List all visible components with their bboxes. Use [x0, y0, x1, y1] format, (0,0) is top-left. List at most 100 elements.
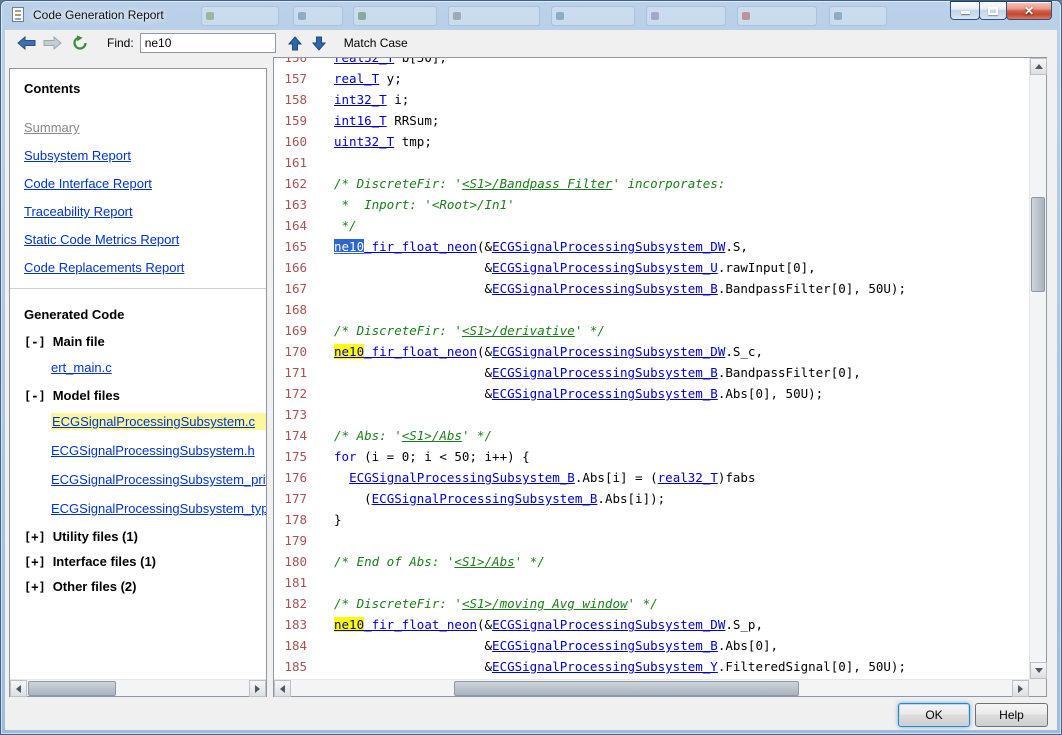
maximize-button[interactable] [979, 1, 1007, 20]
code-text: /* End of Abs: '<S1>/Abs' */ [334, 554, 545, 569]
code-link[interactable]: <S1>/derivative [462, 323, 575, 338]
code-token: .rawInput[0], [718, 260, 816, 275]
line-number: 163 [274, 194, 307, 215]
code-link[interactable]: ne10 [334, 239, 364, 254]
scroll-up-button[interactable] [1030, 58, 1047, 75]
code-link[interactable]: ECGSignalProcessingSubsystem_B [492, 365, 718, 380]
code-comment: * Inport: '<Root>/In1' [334, 197, 515, 212]
code-vscrollbar-thumb[interactable] [1031, 197, 1045, 292]
tree-node[interactable]: [-]Main file [24, 334, 266, 349]
match-case-option[interactable]: Match Case [344, 36, 408, 50]
code-text: &ECGSignalProcessingSubsystem_Y.Filtered… [334, 659, 906, 674]
help-button[interactable]: Help [975, 703, 1048, 727]
sidebar-link-3[interactable]: Traceability Report [24, 204, 266, 219]
minimize-button[interactable] [950, 1, 980, 20]
back-button[interactable] [15, 32, 37, 54]
contents-link-list: Summary Subsystem Report Code Interface Re… [24, 120, 266, 275]
line-number: 174 [274, 425, 307, 446]
code-link[interactable]: ECGSignalProcessingSubsystem_U [492, 260, 718, 275]
code-line: 166 &ECGSignalProcessingSubsystem_U.rawI… [274, 257, 906, 278]
code-token: & [334, 638, 492, 653]
tree-node[interactable]: [+]Other files (2) [24, 579, 266, 594]
tree-child-row: ECGSignalProcessingSubsystem.c [51, 413, 266, 431]
code-hscrollbar-thumb[interactable] [454, 681, 799, 696]
code-link[interactable]: real_T [334, 71, 379, 86]
code-link[interactable]: <S1>/moving Avg window [462, 596, 628, 611]
scroll-down-button[interactable] [1030, 662, 1047, 679]
tree-toggle-icon[interactable]: [+] [24, 555, 46, 569]
minimize-icon [961, 11, 970, 14]
code-link[interactable]: ECGSignalProcessingSubsystem_DW [492, 344, 725, 359]
code-link[interactable]: ECGSignalProcessingSubsystem_B [492, 638, 718, 653]
scroll-right-button[interactable] [249, 680, 266, 697]
code-link[interactable]: real32_T [334, 58, 394, 65]
sidebar-link-4[interactable]: Static Code Metrics Report [24, 232, 266, 247]
tree-child-row: ert_main.c [51, 359, 266, 377]
ok-button[interactable]: OK [898, 703, 970, 727]
tree-node[interactable]: [+]Utility files (1) [24, 529, 266, 544]
tree-node[interactable]: [+]Interface files (1) [24, 554, 266, 569]
code-link[interactable]: _fir_float_neon [364, 344, 477, 359]
scroll-left-button[interactable] [10, 680, 27, 697]
code-link[interactable]: ECGSignalProcessingSubsystem_B [492, 281, 718, 296]
tree-toggle-icon[interactable]: [-] [24, 389, 46, 403]
code-token: } [334, 512, 342, 527]
code-link[interactable]: ne10 [334, 617, 364, 632]
code-link[interactable]: _fir_float_neon [364, 239, 477, 254]
code-link[interactable]: uint32_T [334, 134, 394, 149]
code-link[interactable]: real32_T [658, 470, 718, 485]
code-comment: ' */ [628, 596, 658, 611]
line-number: 172 [274, 383, 307, 404]
code-line: 168 [274, 299, 906, 320]
close-button[interactable]: ✕ [1006, 1, 1052, 20]
tree-toggle-icon[interactable]: [-] [24, 335, 46, 349]
code-link[interactable]: ECGSignalProcessingSubsystem_B [492, 386, 718, 401]
code-link[interactable]: ECGSignalProcessingSubsystem_Y [492, 659, 718, 674]
find-input[interactable] [140, 33, 276, 53]
code-link[interactable]: <S1>/Abs [402, 428, 462, 443]
code-link[interactable]: int32_T [334, 92, 387, 107]
sidebar-link-1[interactable]: Subsystem Report [24, 148, 266, 163]
code-line: 172 &ECGSignalProcessingSubsystem_B.Abs[… [274, 383, 906, 404]
code-link[interactable]: ECGSignalProcessingSubsystem_B [372, 491, 598, 506]
contents-horizontal-scrollbar[interactable] [10, 679, 266, 696]
refresh-button[interactable] [69, 32, 91, 54]
code-link[interactable]: <S1>/Abs [454, 554, 514, 569]
code-text: ECGSignalProcessingSubsystem_B.Abs[i] = … [334, 470, 756, 485]
code-horizontal-scrollbar[interactable] [274, 679, 1029, 696]
tree-toggle-icon[interactable]: [+] [24, 580, 46, 594]
line-number: 175 [274, 446, 307, 467]
code-link[interactable]: ECGSignalProcessingSubsystem_DW [492, 239, 725, 254]
code-link[interactable]: int16_T [334, 113, 387, 128]
glass-ghost-tab [448, 6, 540, 26]
code-link[interactable]: _fir_float_neon [364, 617, 477, 632]
code-line: 162/* DiscreteFir: '<S1>/Bandpass Filter… [274, 173, 906, 194]
scroll-right-button[interactable] [1012, 680, 1029, 697]
sidebar-link-5[interactable]: Code Replacements Report [24, 260, 266, 275]
sidebar-link-0[interactable]: Summary [24, 120, 266, 135]
code-link[interactable]: ECGSignalProcessingSubsystem_DW [492, 617, 725, 632]
code-line: 170ne10_fir_float_neon(&ECGSignalProcess… [274, 341, 906, 362]
find-previous-button[interactable] [284, 32, 306, 54]
find-next-button[interactable] [308, 32, 330, 54]
code-link[interactable]: ne10 [334, 344, 364, 359]
file-link[interactable]: ECGSignalProcessingSubsystem.c [51, 413, 266, 430]
tree-toggle-icon[interactable]: [+] [24, 530, 46, 544]
file-link[interactable]: ECGSignalProcessingSubsystem.h [51, 443, 255, 458]
file-link[interactable]: ECGSignalProcessingSubsystem_private.h [51, 472, 266, 487]
code-link[interactable]: ECGSignalProcessingSubsystem_B [349, 470, 575, 485]
titlebar[interactable]: Code Generation Report ✕ [1, 1, 1061, 30]
code-link[interactable]: <S1>/Bandpass Filter [462, 176, 613, 191]
code-text: } [334, 512, 342, 527]
file-link[interactable]: ECGSignalProcessingSubsystem_types.h [51, 501, 266, 516]
sidebar-link-2[interactable]: Code Interface Report [24, 176, 266, 191]
scroll-left-button[interactable] [274, 680, 291, 697]
code-vertical-scrollbar[interactable] [1029, 58, 1046, 679]
line-number: 167 [274, 278, 307, 299]
contents-scrollbar-thumb[interactable] [28, 681, 116, 696]
file-link[interactable]: ert_main.c [51, 360, 112, 375]
forward-button[interactable] [41, 32, 63, 54]
code-token: .BandpassFilter[0], [718, 365, 861, 380]
tree-node[interactable]: [-]Model files [24, 388, 266, 403]
line-number: 178 [274, 509, 307, 530]
